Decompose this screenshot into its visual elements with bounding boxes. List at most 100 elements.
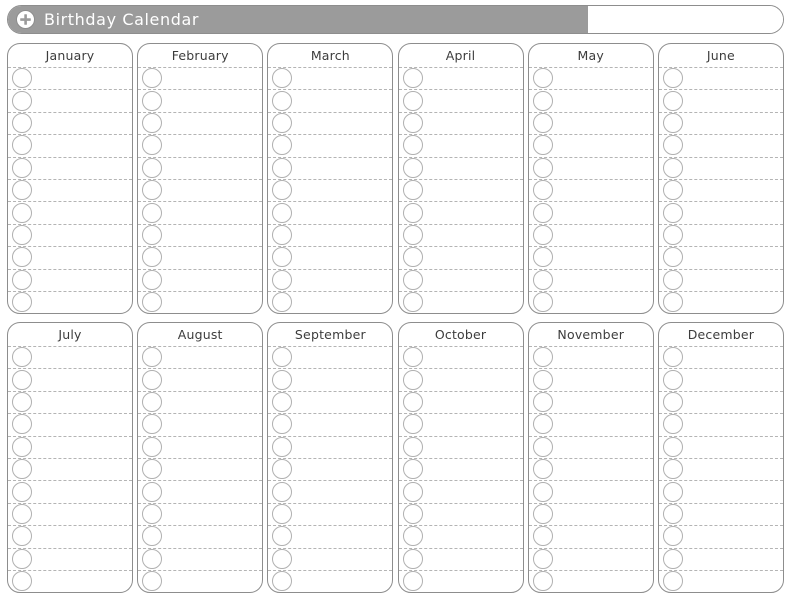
entry-circle-checkbox[interactable]: [662, 157, 683, 178]
entry-circle-checkbox[interactable]: [272, 369, 293, 390]
entry-circle-checkbox[interactable]: [662, 392, 683, 412]
entry-circle-checkbox[interactable]: [532, 68, 553, 89]
entry-circle-checkbox[interactable]: [662, 526, 683, 547]
entry-circle-checkbox[interactable]: [12, 292, 32, 313]
entry-circle-checkbox[interactable]: [272, 392, 293, 412]
entry-circle-checkbox[interactable]: [402, 414, 423, 435]
entry-circle-checkbox[interactable]: [402, 225, 423, 245]
entry-circle-checkbox[interactable]: [402, 269, 423, 290]
month-box-july[interactable]: July: [7, 322, 133, 593]
entry-circle-checkbox[interactable]: [142, 504, 163, 524]
entry-circle-checkbox[interactable]: [142, 180, 163, 201]
entry-circle-checkbox[interactable]: [272, 202, 293, 223]
entry-circle-checkbox[interactable]: [12, 459, 32, 480]
entry-circle-checkbox[interactable]: [662, 180, 683, 201]
entry-circle-checkbox[interactable]: [142, 571, 163, 592]
month-box-september[interactable]: September: [267, 322, 394, 593]
entry-circle-checkbox[interactable]: [662, 135, 683, 156]
entry-circle-checkbox[interactable]: [662, 202, 683, 223]
month-box-december[interactable]: December: [657, 322, 784, 593]
entry-circle-checkbox[interactable]: [142, 436, 163, 457]
month-box-june[interactable]: June: [657, 43, 784, 314]
entry-circle-checkbox[interactable]: [402, 369, 423, 390]
entry-circle-checkbox[interactable]: [142, 414, 163, 435]
entry-circle-checkbox[interactable]: [272, 436, 293, 457]
entry-circle-checkbox[interactable]: [532, 180, 553, 201]
entry-circle-checkbox[interactable]: [532, 526, 553, 547]
header-text-input[interactable]: [588, 6, 783, 33]
entry-circle-checkbox[interactable]: [142, 548, 163, 569]
entry-circle-checkbox[interactable]: [142, 202, 163, 223]
entry-circle-checkbox[interactable]: [532, 292, 553, 313]
entry-circle-checkbox[interactable]: [532, 135, 553, 156]
entry-circle-checkbox[interactable]: [532, 369, 553, 390]
plus-circle-icon[interactable]: [16, 10, 35, 29]
entry-circle-checkbox[interactable]: [662, 504, 683, 524]
entry-circle-checkbox[interactable]: [142, 113, 163, 133]
entry-circle-checkbox[interactable]: [662, 292, 683, 313]
entry-circle-checkbox[interactable]: [12, 436, 32, 457]
entry-circle-checkbox[interactable]: [272, 225, 293, 245]
entry-circle-checkbox[interactable]: [142, 481, 163, 502]
entry-circle-checkbox[interactable]: [12, 481, 32, 502]
entry-circle-checkbox[interactable]: [272, 113, 293, 133]
entry-circle-checkbox[interactable]: [272, 481, 293, 502]
entry-circle-checkbox[interactable]: [272, 459, 293, 480]
entry-circle-checkbox[interactable]: [532, 269, 553, 290]
entry-circle-checkbox[interactable]: [402, 292, 423, 313]
entry-circle-checkbox[interactable]: [12, 392, 32, 412]
entry-circle-checkbox[interactable]: [662, 548, 683, 569]
month-box-august[interactable]: August: [137, 322, 264, 593]
entry-circle-checkbox[interactable]: [532, 90, 553, 111]
entry-circle-checkbox[interactable]: [532, 504, 553, 524]
entry-circle-checkbox[interactable]: [272, 90, 293, 111]
entry-circle-checkbox[interactable]: [532, 392, 553, 412]
entry-circle-checkbox[interactable]: [272, 180, 293, 201]
month-box-january[interactable]: January: [7, 43, 133, 314]
entry-circle-checkbox[interactable]: [402, 548, 423, 569]
entry-circle-checkbox[interactable]: [12, 157, 32, 178]
entry-circle-checkbox[interactable]: [12, 135, 32, 156]
entry-circle-checkbox[interactable]: [402, 157, 423, 178]
entry-circle-checkbox[interactable]: [12, 347, 32, 368]
entry-circle-checkbox[interactable]: [272, 135, 293, 156]
entry-circle-checkbox[interactable]: [532, 571, 553, 592]
entry-circle-checkbox[interactable]: [142, 292, 163, 313]
entry-circle-checkbox[interactable]: [12, 225, 32, 245]
entry-circle-checkbox[interactable]: [12, 571, 32, 592]
entry-circle-checkbox[interactable]: [12, 68, 32, 89]
entry-circle-checkbox[interactable]: [532, 481, 553, 502]
entry-circle-checkbox[interactable]: [402, 113, 423, 133]
entry-circle-checkbox[interactable]: [662, 347, 683, 368]
entry-circle-checkbox[interactable]: [402, 180, 423, 201]
entry-circle-checkbox[interactable]: [532, 414, 553, 435]
entry-circle-checkbox[interactable]: [402, 247, 423, 268]
entry-circle-checkbox[interactable]: [402, 347, 423, 368]
month-box-may[interactable]: May: [527, 43, 654, 314]
entry-circle-checkbox[interactable]: [662, 571, 683, 592]
entry-circle-checkbox[interactable]: [142, 135, 163, 156]
entry-circle-checkbox[interactable]: [272, 269, 293, 290]
entry-circle-checkbox[interactable]: [532, 225, 553, 245]
entry-circle-checkbox[interactable]: [532, 436, 553, 457]
entry-circle-checkbox[interactable]: [142, 247, 163, 268]
entry-circle-checkbox[interactable]: [662, 68, 683, 89]
entry-circle-checkbox[interactable]: [402, 526, 423, 547]
entry-circle-checkbox[interactable]: [142, 269, 163, 290]
month-box-april[interactable]: April: [397, 43, 524, 314]
entry-circle-checkbox[interactable]: [532, 347, 553, 368]
entry-circle-checkbox[interactable]: [142, 225, 163, 245]
entry-circle-checkbox[interactable]: [532, 202, 553, 223]
entry-circle-checkbox[interactable]: [402, 504, 423, 524]
entry-circle-checkbox[interactable]: [12, 414, 32, 435]
entry-circle-checkbox[interactable]: [402, 392, 423, 412]
entry-circle-checkbox[interactable]: [662, 369, 683, 390]
entry-circle-checkbox[interactable]: [662, 90, 683, 111]
entry-circle-checkbox[interactable]: [272, 68, 293, 89]
entry-circle-checkbox[interactable]: [12, 113, 32, 133]
entry-circle-checkbox[interactable]: [402, 90, 423, 111]
entry-circle-checkbox[interactable]: [662, 459, 683, 480]
entry-circle-checkbox[interactable]: [12, 202, 32, 223]
month-box-november[interactable]: November: [527, 322, 654, 593]
entry-circle-checkbox[interactable]: [12, 504, 32, 524]
